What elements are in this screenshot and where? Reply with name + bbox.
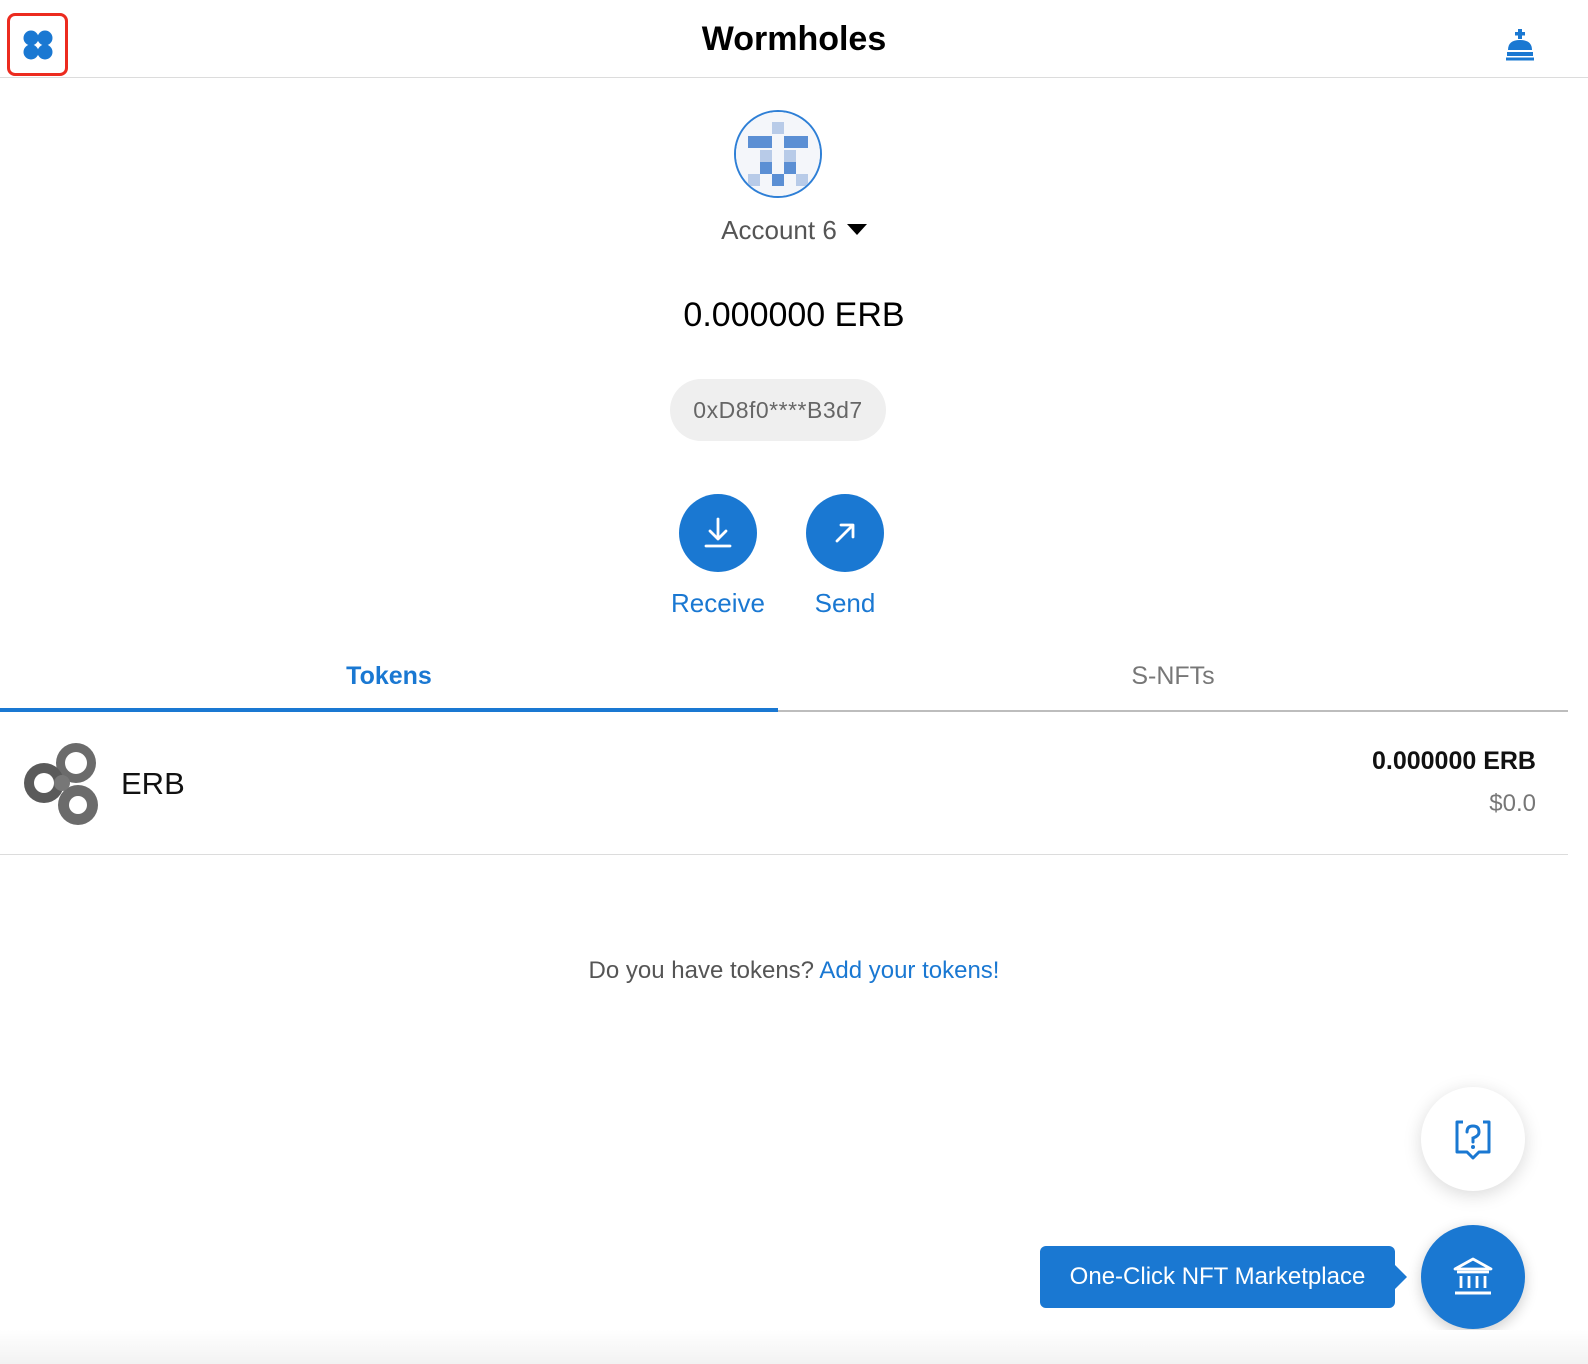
account-avatar[interactable] [734, 110, 822, 198]
token-name: ERB [121, 766, 185, 801]
account-button[interactable] [1503, 28, 1537, 62]
token-row[interactable]: ERB 0.000000 ERB $0.0 [0, 712, 1568, 855]
help-button[interactable] [1421, 1087, 1525, 1191]
send-label: Send [814, 588, 876, 618]
bank-building-icon [1453, 1257, 1493, 1295]
tab-snfts[interactable]: S-NFTs [778, 640, 1568, 712]
add-tokens-question: Do you have tokens? [588, 957, 815, 984]
add-tokens-prompt: Do you have tokens? Add your tokens! [0, 957, 1588, 985]
send-circle[interactable] [806, 494, 884, 572]
receive-button[interactable]: Receive [658, 494, 778, 619]
download-icon [704, 517, 732, 548]
tab-snfts-label: S-NFTs [1131, 661, 1215, 690]
receive-label: Receive [671, 588, 765, 618]
nft-marketplace-button[interactable] [1421, 1225, 1525, 1329]
pixel-identicon-avatar [736, 112, 820, 196]
top-bar: Wormholes [0, 0, 1588, 78]
receive-circle[interactable] [679, 494, 757, 572]
menu-button[interactable] [7, 13, 68, 76]
account-name: Account 6 [721, 215, 837, 245]
four-petal-menu-icon [23, 30, 52, 59]
erb-logo-icon [24, 743, 98, 825]
account-selector[interactable]: Account 6 [0, 215, 1588, 246]
tab-tokens[interactable]: Tokens [0, 640, 778, 712]
copy-address-button[interactable]: 0xD8f0****B3d7 [670, 379, 886, 441]
token-usd-value: $0.0 [1489, 790, 1536, 817]
help-chat-icon [1455, 1120, 1491, 1160]
app-title: Wormholes [701, 20, 887, 58]
caret-down-icon [846, 223, 867, 235]
king-icon [1506, 29, 1534, 61]
arrow-up-right-icon [835, 523, 855, 543]
add-tokens-link[interactable]: Add your tokens! [819, 957, 999, 984]
wallet-address: 0xD8f0****B3d7 [693, 396, 863, 423]
nft-marketplace-tooltip[interactable]: One-Click NFT Marketplace [1040, 1246, 1407, 1308]
token-amount: 0.000000 ERB [1371, 747, 1536, 775]
bottom-edge [0, 1330, 1588, 1364]
account-balance: 0.000000 ERB [683, 296, 905, 334]
nft-marketplace-label: One-Click NFT Marketplace [1069, 1263, 1366, 1290]
send-button[interactable]: Send [785, 494, 905, 619]
tab-tokens-label: Tokens [346, 661, 432, 690]
